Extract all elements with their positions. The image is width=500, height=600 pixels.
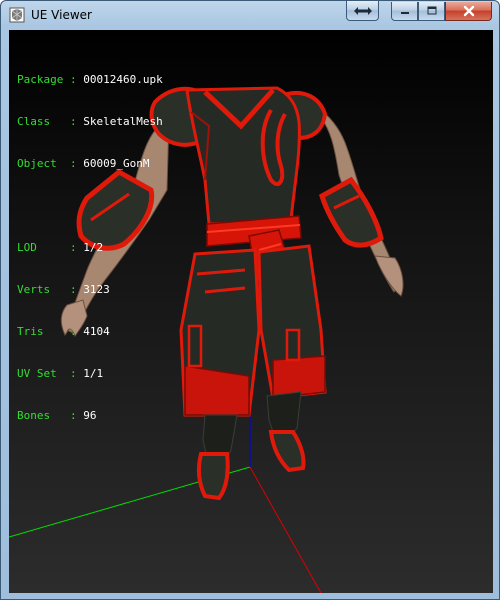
info-row-tris: Tris : 4104 bbox=[17, 325, 163, 339]
close-button[interactable] bbox=[445, 2, 492, 21]
info-value: 00012460.upk bbox=[83, 73, 163, 86]
window-title: UE Viewer bbox=[31, 8, 92, 22]
info-row-class: Class : SkeletalMesh bbox=[17, 115, 163, 129]
ue-viewer-window: UE Viewer Package: 00012460.upk Class:… bbox=[0, 0, 500, 600]
ue-viewer-app-icon bbox=[9, 7, 25, 23]
axis-y-line bbox=[249, 466, 322, 593]
title-bar[interactable]: UE Viewer bbox=[1, 1, 499, 29]
minimize-button[interactable] bbox=[391, 2, 418, 21]
swap-arrows-icon bbox=[353, 6, 372, 15]
minimize-icon bbox=[400, 12, 409, 14]
info-value: SkeletalMesh bbox=[83, 115, 163, 128]
info-value: 1/2 bbox=[83, 241, 104, 254]
swap-button[interactable] bbox=[346, 1, 379, 21]
info-spacer bbox=[17, 199, 163, 213]
info-label: Package : bbox=[17, 73, 84, 86]
info-label: Object : bbox=[17, 157, 84, 170]
info-label: Bones : bbox=[17, 409, 84, 422]
info-row-uvset: UV Set : 1/1 bbox=[17, 367, 163, 381]
info-value: 3123 bbox=[83, 283, 110, 296]
info-label: Tris : bbox=[17, 325, 84, 338]
info-label: Verts : bbox=[17, 283, 84, 296]
info-value: 60009_GonM bbox=[83, 157, 150, 170]
info-value: 1/1 bbox=[83, 367, 104, 380]
info-row-lod: LOD : 1/2 bbox=[17, 241, 163, 255]
info-label: UV Set : bbox=[17, 367, 84, 380]
close-icon bbox=[463, 5, 474, 17]
info-value: 4104 bbox=[83, 325, 110, 338]
info-row-object: Object : 60009_GonM bbox=[17, 157, 163, 171]
maximize-button[interactable] bbox=[418, 2, 445, 21]
info-label: Class : bbox=[17, 115, 84, 128]
mesh-info-overlay: Package : 00012460.upk Class : SkeletalM… bbox=[17, 45, 163, 451]
info-row-verts: Verts : 3123 bbox=[17, 283, 163, 297]
info-value: 96 bbox=[83, 409, 97, 422]
info-row-bones: Bones : 96 bbox=[17, 409, 163, 423]
3d-viewport[interactable]: Package : 00012460.upk Class : SkeletalM… bbox=[9, 30, 493, 593]
info-label: LOD : bbox=[17, 241, 84, 254]
info-row-package: Package : 00012460.upk bbox=[17, 73, 163, 87]
maximize-icon bbox=[427, 6, 436, 15]
